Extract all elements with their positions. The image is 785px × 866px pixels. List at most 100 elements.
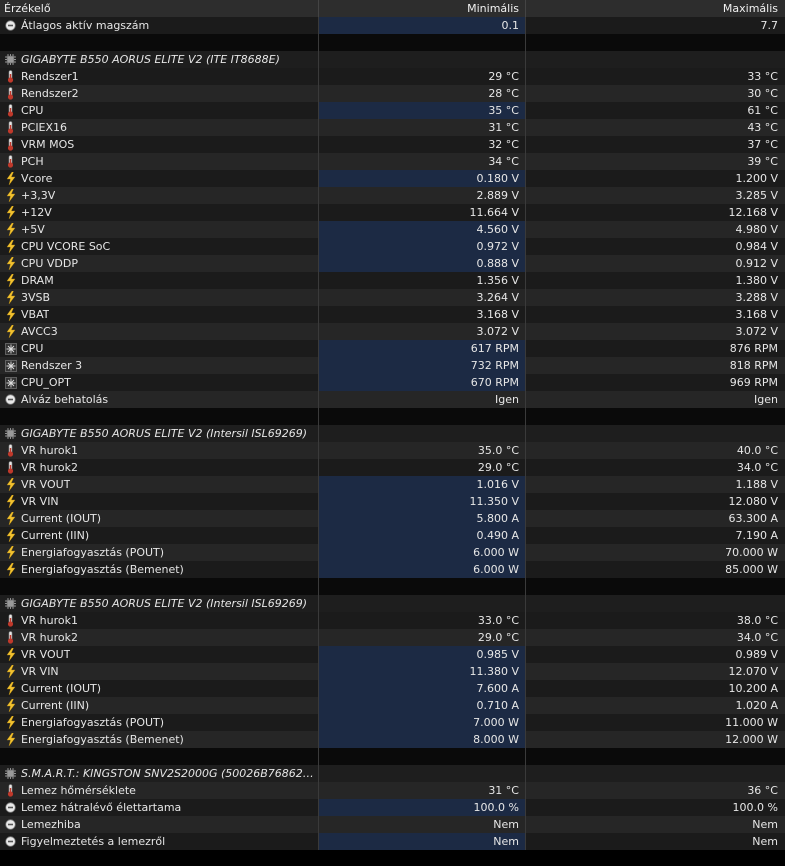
max-value: 7.7 (525, 17, 785, 34)
sensor-name-cell: Current (IOUT) (0, 510, 318, 527)
lightning-icon (4, 529, 17, 542)
sensor-row[interactable]: Energiafogyasztás (POUT) 7.000 W 11.000 W (0, 714, 785, 731)
column-header-min-label: Minimális (467, 2, 519, 15)
sensor-label: VR hurok2 (21, 631, 78, 644)
max-value: 3.168 V (525, 306, 785, 323)
sensor-row[interactable]: VR VIN 11.380 V 12.070 V (0, 663, 785, 680)
sensor-row[interactable]: Átlagos aktív magszám 0.1 7.7 (0, 17, 785, 34)
sensor-row[interactable]: VR hurok2 29.0 °C 34.0 °C (0, 629, 785, 646)
max-value: 36 °C (525, 782, 785, 799)
sensor-row[interactable]: VBAT 3.168 V 3.168 V (0, 306, 785, 323)
sensor-row[interactable]: +12V 11.664 V 12.168 V (0, 204, 785, 221)
sensor-row[interactable]: Rendszer1 29 °C 33 °C (0, 68, 785, 85)
sensor-label: Energiafogyasztás (Bemenet) (21, 733, 184, 746)
min-value: 29 °C (318, 68, 525, 85)
sensor-row[interactable]: VR VOUT 1.016 V 1.188 V (0, 476, 785, 493)
sensor-label: VBAT (21, 308, 50, 321)
sensor-row[interactable]: +3,3V 2.889 V 3.285 V (0, 187, 785, 204)
sensor-row[interactable]: AVCC3 3.072 V 3.072 V (0, 323, 785, 340)
thermometer-icon (4, 444, 17, 457)
sensor-row[interactable]: Alváz behatolás Igen Igen (0, 391, 785, 408)
sensor-row[interactable]: PCH 34 °C 39 °C (0, 153, 785, 170)
column-header-max-label: Maximális (722, 2, 778, 15)
sensor-row[interactable]: Current (IIN) 0.490 A 7.190 A (0, 527, 785, 544)
min-value: 0.985 V (318, 646, 525, 663)
sensor-label: PCH (21, 155, 44, 168)
sensor-row[interactable]: Energiafogyasztás (POUT) 6.000 W 70.000 W (0, 544, 785, 561)
sensor-row[interactable]: CPU 35 °C 61 °C (0, 102, 785, 119)
sensor-row[interactable]: 3VSB 3.264 V 3.288 V (0, 289, 785, 306)
min-value: 34 °C (318, 153, 525, 170)
sensor-name-cell: VBAT (0, 306, 318, 323)
sensor-row[interactable]: PCIEX16 31 °C 43 °C (0, 119, 785, 136)
sensor-label: VRM MOS (21, 138, 75, 151)
sensor-label: Energiafogyasztás (Bemenet) (21, 563, 184, 576)
sensor-label: Átlagos aktív magszám (21, 19, 150, 32)
max-value: 40.0 °C (525, 442, 785, 459)
sensor-row[interactable]: Lemezhiba Nem Nem (0, 816, 785, 833)
thermometer-icon (4, 155, 17, 168)
max-value: 12.080 V (525, 493, 785, 510)
sensor-row[interactable]: Current (IIN) 0.710 A 1.020 A (0, 697, 785, 714)
sensor-name-cell: CPU VCORE SoC (0, 238, 318, 255)
sensor-group-header[interactable]: S.M.A.R.T.: KINGSTON SNV2S2000G (50026B7… (0, 765, 785, 782)
separator-row (0, 34, 785, 51)
sensor-row[interactable]: CPU VDDP 0.888 V 0.912 V (0, 255, 785, 272)
sensor-row[interactable]: CPU 617 RPM 876 RPM (0, 340, 785, 357)
fan-icon (4, 342, 17, 355)
sensor-row[interactable]: CPU VCORE SoC 0.972 V 0.984 V (0, 238, 785, 255)
sensor-row[interactable]: VR VIN 11.350 V 12.080 V (0, 493, 785, 510)
sensor-label: VR VIN (21, 665, 59, 678)
sensor-label: VR VOUT (21, 648, 71, 661)
sensor-name-cell: VR hurok1 (0, 612, 318, 629)
column-header-max[interactable]: Maximális (525, 0, 785, 17)
sensor-row[interactable]: Rendszer 3 732 RPM 818 RPM (0, 357, 785, 374)
sensor-group-header[interactable]: GIGABYTE B550 AORUS ELITE V2 (Intersil I… (0, 595, 785, 612)
sensor-row[interactable]: VRM MOS 32 °C 37 °C (0, 136, 785, 153)
sensor-row[interactable]: Lemez hőmérséklete 31 °C 36 °C (0, 782, 785, 799)
sensor-group-header[interactable]: GIGABYTE B550 AORUS ELITE V2 (ITE IT8688… (0, 51, 785, 68)
max-value: 33 °C (525, 68, 785, 85)
thermometer-icon (4, 614, 17, 627)
sensor-row[interactable]: DRAM 1.356 V 1.380 V (0, 272, 785, 289)
sensor-name-cell: VR hurok2 (0, 629, 318, 646)
min-value: 1.356 V (318, 272, 525, 289)
max-value: 34.0 °C (525, 629, 785, 646)
sensor-name-cell: Energiafogyasztás (Bemenet) (0, 561, 318, 578)
column-header-sensor[interactable]: Érzékelő (0, 0, 318, 17)
lightning-icon (4, 240, 17, 253)
sensor-row[interactable]: Rendszer2 28 °C 30 °C (0, 85, 785, 102)
sensor-row[interactable]: Energiafogyasztás (Bemenet) 8.000 W 12.000… (0, 731, 785, 748)
sensor-label: CPU VDDP (21, 257, 78, 270)
lightning-icon (4, 325, 17, 338)
min-value: 0.888 V (318, 255, 525, 272)
sensor-row[interactable]: Energiafogyasztás (Bemenet) 6.000 W 85.000… (0, 561, 785, 578)
min-value: 11.380 V (318, 663, 525, 680)
sensor-row[interactable]: VR hurok1 35.0 °C 40.0 °C (0, 442, 785, 459)
lightning-icon (4, 563, 17, 576)
sensor-name-cell: Rendszer2 (0, 85, 318, 102)
sensor-row[interactable]: Vcore 0.180 V 1.200 V (0, 170, 785, 187)
clock-icon (4, 801, 17, 814)
sensor-name-cell: Current (IOUT) (0, 680, 318, 697)
max-value: Igen (525, 391, 785, 408)
sensor-row[interactable]: VR hurok2 29.0 °C 34.0 °C (0, 459, 785, 476)
min-value: 0.1 (318, 17, 525, 34)
max-value (525, 595, 785, 612)
sensor-row[interactable]: Figyelmeztetés a lemezről Nem Nem (0, 833, 785, 850)
sensor-row[interactable]: Current (IOUT) 7.600 A 10.200 A (0, 680, 785, 697)
sensor-row[interactable]: Lemez hátralévő élettartama 100.0 % 100.0 … (0, 799, 785, 816)
sensor-row[interactable]: VR VOUT 0.985 V 0.989 V (0, 646, 785, 663)
sensor-row[interactable]: Current (IOUT) 5.800 A 63.300 A (0, 510, 785, 527)
min-value: 33.0 °C (318, 612, 525, 629)
sensor-row[interactable]: CPU_OPT 670 RPM 969 RPM (0, 374, 785, 391)
column-header-min[interactable]: Minimális (318, 0, 525, 17)
sensor-name-cell: VR hurok2 (0, 459, 318, 476)
sensor-row[interactable]: VR hurok1 33.0 °C 38.0 °C (0, 612, 785, 629)
sensor-group-header[interactable]: GIGABYTE B550 AORUS ELITE V2 (Intersil I… (0, 425, 785, 442)
sensor-label: +3,3V (21, 189, 56, 202)
sensor-name-cell: CPU_OPT (0, 374, 318, 391)
sensor-name-cell: GIGABYTE B550 AORUS ELITE V2 (ITE IT8688… (0, 51, 318, 68)
min-value: 617 RPM (318, 340, 525, 357)
sensor-row[interactable]: +5V 4.560 V 4.980 V (0, 221, 785, 238)
